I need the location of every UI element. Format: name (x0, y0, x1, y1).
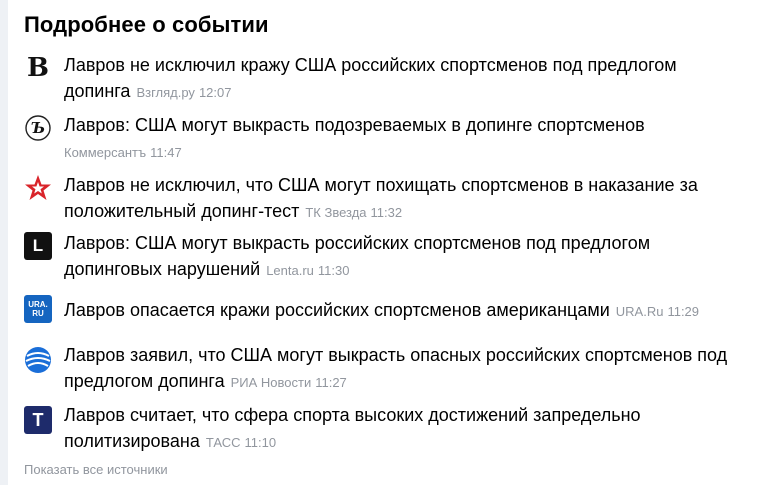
news-headline[interactable]: Лавров: США могут выкрасть российских сп… (64, 233, 650, 279)
news-headline[interactable]: Лавров: США могут выкрасть подозреваемых… (64, 115, 645, 135)
left-border (0, 0, 8, 485)
news-headline[interactable]: Лавров опасается кражи российских спортс… (64, 300, 610, 320)
svg-text:Ъ: Ъ (31, 119, 45, 137)
news-source[interactable]: URA.Ru (616, 304, 664, 319)
event-details-panel: Подробнее о событии B Лавров не исключил… (24, 0, 754, 485)
news-time: 11:10 (244, 435, 277, 450)
news-source[interactable]: Lenta.ru (266, 263, 314, 278)
news-headline[interactable]: Лавров заявил, что США могут выкрасть оп… (64, 345, 727, 391)
news-time: 11:29 (667, 304, 700, 319)
news-source[interactable]: ТК Звезда (305, 205, 366, 220)
zvezda-logo-icon (24, 174, 52, 202)
tass-logo-icon: T (24, 406, 52, 434)
kommersant-logo-icon: Ъ (24, 114, 52, 142)
news-time: 11:32 (370, 205, 403, 220)
ura-logo-icon: URA.RU (24, 295, 52, 323)
lenta-logo-icon: L (24, 232, 52, 260)
news-source[interactable]: ТАСС (206, 435, 241, 450)
news-source[interactable]: Взгляд.ру (136, 85, 195, 100)
news-time: 12:07 (198, 85, 232, 100)
vzglyad-logo-icon: B (27, 53, 49, 83)
news-source[interactable]: Коммерсантъ (64, 145, 146, 160)
news-time: 11:30 (317, 263, 350, 278)
panel-title: Подробнее о событии (24, 12, 269, 37)
news-headline[interactable]: Лавров считает, что сфера спорта высоких… (64, 405, 641, 451)
news-time: 11:27 (315, 375, 347, 390)
news-time: 11:47 (150, 145, 182, 160)
ria-logo-icon (24, 346, 52, 374)
news-source[interactable]: РИА Новости (231, 375, 312, 390)
show-all-sources-link[interactable]: Показать все источники (24, 462, 168, 477)
